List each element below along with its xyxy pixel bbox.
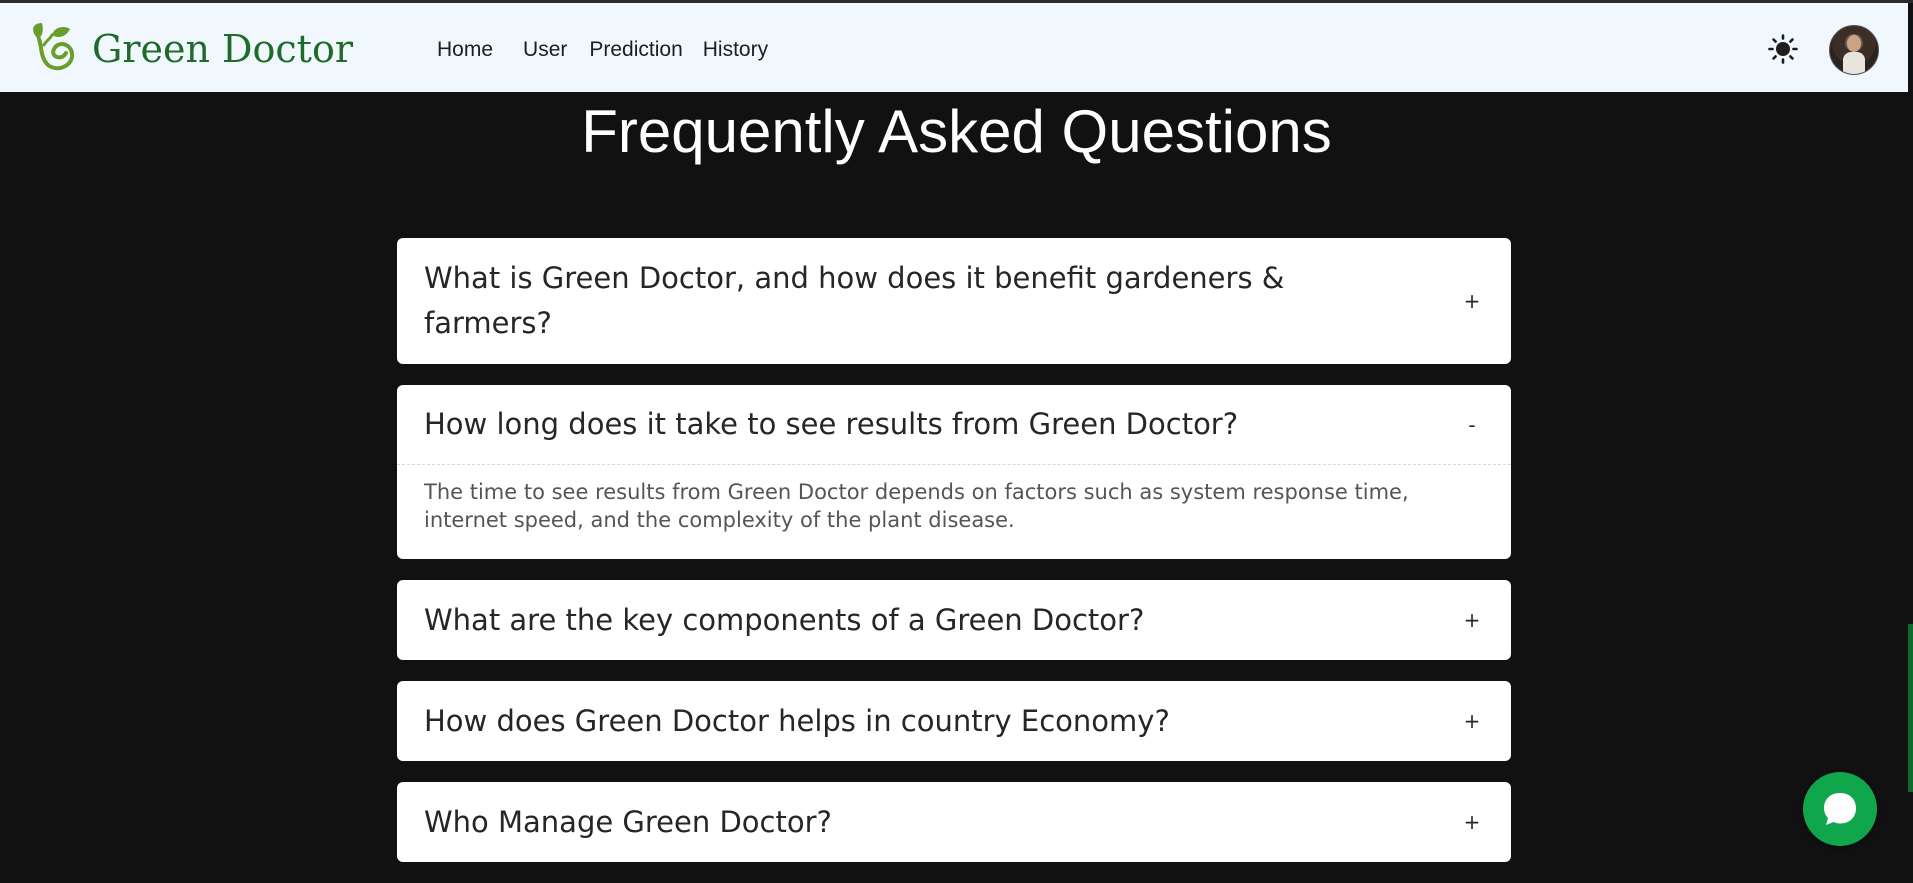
nav-user[interactable]: User [523,39,567,60]
faq-question: Who Manage Green Doctor? [424,804,832,839]
faq-answer: The time to see results from Green Docto… [424,480,1409,532]
faq-question-button[interactable]: What are the key components of a Green D… [397,580,1511,660]
scrollbar-thumb[interactable] [1908,624,1913,792]
sprout-logo-icon [28,21,80,77]
minus-icon[interactable]: - [1460,413,1484,437]
plus-icon[interactable]: + [1460,289,1484,313]
user-avatar[interactable] [1829,25,1879,75]
avatar-head [1847,35,1861,52]
faq-question-button[interactable]: How long does it take to see results fro… [397,385,1511,465]
nav-history[interactable]: History [703,39,768,60]
faq-question: How long does it take to see results fro… [424,407,1239,441]
faq-list: What is Green Doctor, and how does it be… [397,238,1511,883]
faq-question-button[interactable]: How does Green Doctor helps in country E… [397,681,1511,761]
faq-question: What is Green Doctor, and how does it be… [424,261,1285,340]
plus-icon[interactable]: + [1460,709,1484,733]
plus-icon[interactable]: + [1460,608,1484,632]
plus-icon[interactable]: + [1460,810,1484,834]
brand[interactable]: Green Doctor [28,23,353,75]
faq-item: What are the key components of a Green D… [397,580,1511,660]
faq-question-button[interactable]: Who Manage Green Doctor? + [397,782,1511,862]
chat-button[interactable] [1803,772,1877,846]
faq-question-button[interactable]: What is Green Doctor, and how does it be… [397,238,1511,364]
faq-item: How does Green Doctor helps in country E… [397,681,1511,761]
brand-name: Green Doctor [92,27,353,71]
faq-question: What are the key components of a Green D… [424,602,1145,637]
main-nav: Home User Prediction History [437,39,798,60]
faq-title: Frequently Asked Questions [581,98,1332,165]
nav-home[interactable]: Home [437,39,493,60]
faq-question: How does Green Doctor helps in country E… [424,703,1170,738]
navbar: Green Doctor Home User Prediction Histor… [0,3,1908,92]
chat-bubble-icon [1824,793,1856,825]
avatar-body [1843,52,1865,74]
faq-item: What is Green Doctor, and how does it be… [397,238,1511,364]
nav-prediction[interactable]: Prediction [589,39,682,60]
sun-icon[interactable] [1768,34,1798,64]
faq-item: How long does it take to see results fro… [397,385,1511,559]
faq-item: Who Manage Green Doctor? + [397,782,1511,862]
